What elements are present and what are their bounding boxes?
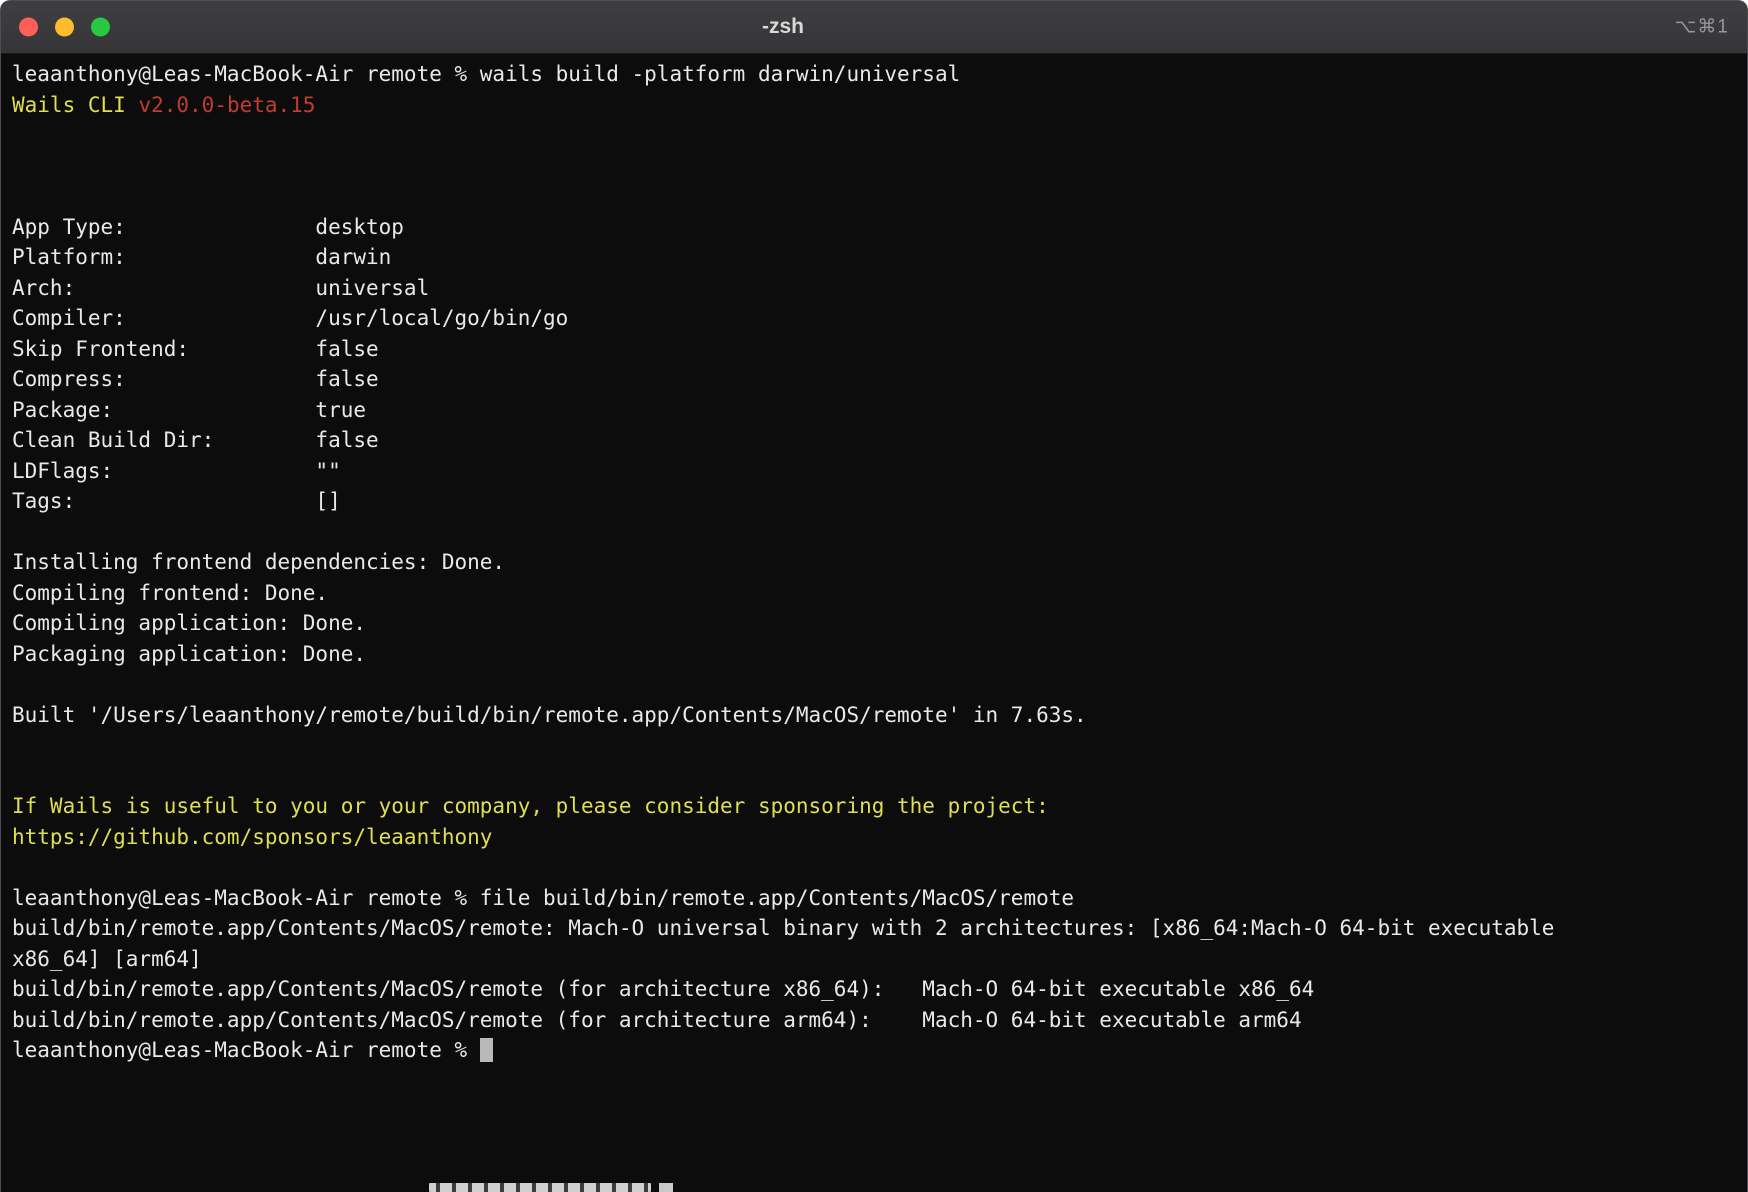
terminal-text-segment: build/bin/remote.app/Contents/MacOS/remo… [12,916,1554,940]
terminal-line: App Type: desktop [12,212,1739,243]
terminal-text-segment: v2.0.0-beta.15 [138,93,315,117]
terminal-line: Package: true [12,395,1739,426]
terminal-text-segment: Compiler: /usr/local/go/bin/go [12,306,568,330]
terminal-line: Packaging application: Done. [12,639,1739,670]
terminal-line: Arch: universal [12,273,1739,304]
minimize-button[interactable] [55,18,74,37]
terminal-output[interactable]: leaanthony@Leas-MacBook-Air remote % wai… [1,53,1747,1192]
terminal-line: Installing frontend dependencies: Done. [12,547,1739,578]
terminal-text-segment: Compiling frontend: Done. [12,581,328,605]
traffic-lights [19,18,110,37]
terminal-line [12,151,1739,182]
terminal-text-segment: Built '/Users/leaanthony/remote/build/bi… [12,703,1087,727]
terminal-text-segment: Platform: darwin [12,245,391,269]
terminal-text-segment: App Type: desktop [12,215,404,239]
terminal-line: leaanthony@Leas-MacBook-Air remote % fil… [12,883,1739,914]
terminal-line [12,852,1739,883]
terminal-cursor [480,1038,493,1062]
window-title: -zsh [762,15,804,39]
terminal-line: Platform: darwin [12,242,1739,273]
terminal-line: LDFlags: "" [12,456,1739,487]
terminal-text-segment: leaanthony@Leas-MacBook-Air remote % wai… [12,62,960,86]
terminal-line: Tags: [] [12,486,1739,517]
clipped-text-artifact-2 [659,1183,673,1192]
terminal-line [12,761,1739,792]
terminal-line: Clean Build Dir: false [12,425,1739,456]
terminal-line [12,669,1739,700]
terminal-line: build/bin/remote.app/Contents/MacOS/remo… [12,913,1739,944]
zoom-button[interactable] [91,18,110,37]
terminal-window: -zsh ⌥⌘1 leaanthony@Leas-MacBook-Air rem… [0,0,1748,1192]
terminal-text-segment: Compiling application: Done. [12,611,366,635]
terminal-line: Compiler: /usr/local/go/bin/go [12,303,1739,334]
terminal-line: Wails CLI v2.0.0-beta.15 [12,90,1739,121]
terminal-text-segment: Package: true [12,398,366,422]
terminal-text-segment: Compress: false [12,367,379,391]
terminal-text-segment: Skip Frontend: false [12,337,379,361]
terminal-text-segment: Installing frontend dependencies: Done. [12,550,505,574]
terminal-line [12,730,1739,761]
terminal-text-segment: Packaging application: Done. [12,642,366,666]
terminal-line: build/bin/remote.app/Contents/MacOS/remo… [12,1005,1739,1036]
terminal-text-segment: Wails CLI [12,93,138,117]
terminal-line: leaanthony@Leas-MacBook-Air remote % [12,1035,1739,1066]
terminal-line: If Wails is useful to you or your compan… [12,791,1739,822]
terminal-text-segment: LDFlags: "" [12,459,341,483]
terminal-line [12,181,1739,212]
terminal-text-segment: Clean Build Dir: false [12,428,379,452]
terminal-line: Compiling frontend: Done. [12,578,1739,609]
terminal-line: build/bin/remote.app/Contents/MacOS/remo… [12,974,1739,1005]
terminal-line [12,517,1739,548]
terminal-line [12,120,1739,151]
terminal-text-segment: x86_64] [arm64] [12,947,202,971]
terminal-line: Compiling application: Done. [12,608,1739,639]
terminal-line: Compress: false [12,364,1739,395]
window-shortcut-badge: ⌥⌘1 [1675,16,1729,39]
terminal-text-segment: Arch: universal [12,276,429,300]
terminal-line: Built '/Users/leaanthony/remote/build/bi… [12,700,1739,731]
terminal-text-segment: If Wails is useful to you or your compan… [12,794,1049,818]
terminal-text-segment: Tags: [] [12,489,341,513]
clipped-text-artifact [429,1183,651,1192]
terminal-line: https://github.com/sponsors/leaanthony [12,822,1739,853]
terminal-text-segment: build/bin/remote.app/Contents/MacOS/remo… [12,1008,1302,1032]
terminal-text-segment: build/bin/remote.app/Contents/MacOS/remo… [12,977,1314,1001]
terminal-line: leaanthony@Leas-MacBook-Air remote % wai… [12,59,1739,90]
terminal-text-segment: https://github.com/sponsors/leaanthony [12,825,492,849]
terminal-line: Skip Frontend: false [12,334,1739,365]
terminal-line: x86_64] [arm64] [12,944,1739,975]
titlebar[interactable]: -zsh ⌥⌘1 [1,1,1747,54]
terminal-text-segment: leaanthony@Leas-MacBook-Air remote % [12,1038,480,1062]
terminal-text-segment: leaanthony@Leas-MacBook-Air remote % fil… [12,886,1074,910]
close-button[interactable] [19,18,38,37]
